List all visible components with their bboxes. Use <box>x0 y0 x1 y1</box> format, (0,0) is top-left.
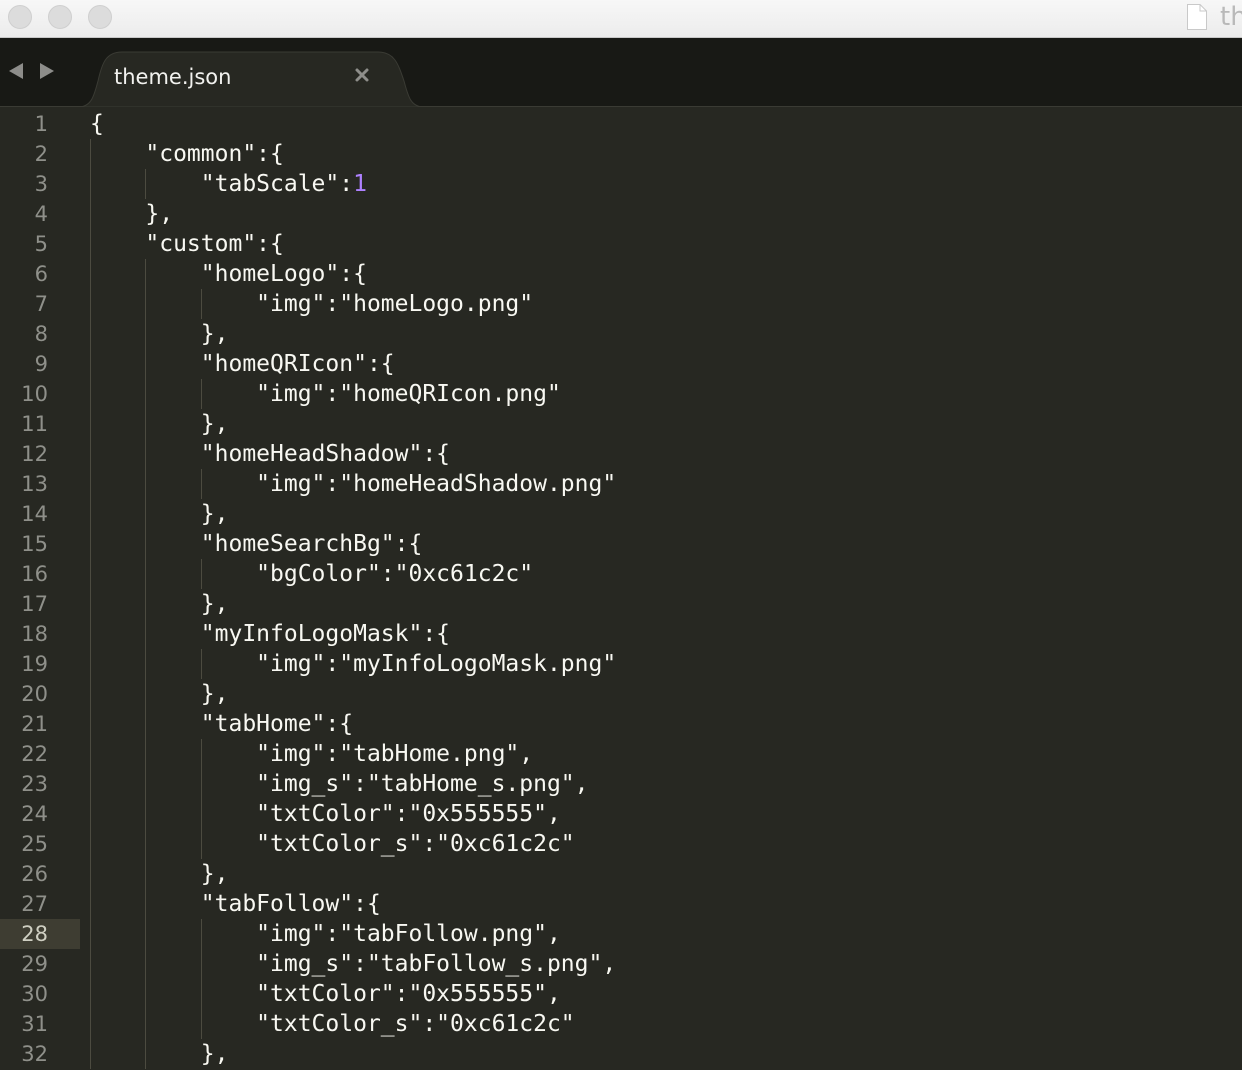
line-number: 8 <box>34 322 48 346</box>
code-line: }, <box>90 1041 229 1067</box>
line-number: 3 <box>34 172 48 196</box>
indent-guide <box>201 469 202 499</box>
code-line: }, <box>90 321 229 347</box>
indent-guide <box>201 559 202 589</box>
line-number: 20 <box>21 682 48 706</box>
line-number: 11 <box>21 412 48 436</box>
code-line: "img_s":"tabHome_s.png", <box>90 771 589 797</box>
code-line: "myInfoLogoMask":{ <box>90 621 451 647</box>
code-line: "tabHome":{ <box>90 711 354 737</box>
document-icon <box>1187 4 1207 30</box>
code-line: "homeLogo":{ <box>90 261 367 287</box>
code-area[interactable]: { "common":{ "tabScale":1 }, "custom":{ … <box>90 107 1240 1070</box>
indent-guide <box>201 739 202 859</box>
indent-guide <box>201 649 202 679</box>
code-line: "img":"homeQRIcon.png" <box>90 381 561 407</box>
code-line: }, <box>90 411 229 437</box>
indent-guide <box>201 919 202 1039</box>
line-number: 2 <box>34 142 48 166</box>
close-icon[interactable] <box>354 67 370 83</box>
line-number: 25 <box>21 832 48 856</box>
indent-guide <box>145 169 146 199</box>
window-title: th <box>1220 2 1242 32</box>
code-line: "img":"tabHome.png", <box>90 741 534 767</box>
close-window-button[interactable] <box>8 5 32 29</box>
line-number: 4 <box>34 202 48 226</box>
line-number: 12 <box>21 442 48 466</box>
tab-theme-json[interactable]: theme.json <box>78 51 424 107</box>
line-number: 28 <box>21 922 48 946</box>
code-line: }, <box>90 681 229 707</box>
line-number: 1 <box>34 112 48 136</box>
line-number: 14 <box>21 502 48 526</box>
line-number: 32 <box>21 1042 48 1066</box>
line-number: 30 <box>21 982 48 1006</box>
line-number: 23 <box>21 772 48 796</box>
code-line: "homeQRIcon":{ <box>90 351 395 377</box>
code-line: "txtColor_s":"0xc61c2c" <box>90 831 575 857</box>
arrow-left-icon[interactable] <box>9 63 23 79</box>
line-number: 9 <box>34 352 48 376</box>
code-line: }, <box>90 861 229 887</box>
indent-guide <box>201 289 202 319</box>
line-number: 21 <box>21 712 48 736</box>
arrow-right-icon[interactable] <box>40 63 54 79</box>
line-number: 27 <box>21 892 48 916</box>
code-line: "img":"homeHeadShadow.png" <box>90 471 617 497</box>
zoom-window-button[interactable] <box>88 5 112 29</box>
code-line: "tabScale":1 <box>90 171 367 197</box>
line-number: 17 <box>21 592 48 616</box>
code-line: }, <box>90 591 229 617</box>
line-number: 7 <box>34 292 48 316</box>
minimize-window-button[interactable] <box>48 5 72 29</box>
tab-label: theme.json <box>114 65 232 89</box>
line-number: 15 <box>21 532 48 556</box>
code-line: "img":"myInfoLogoMask.png" <box>90 651 617 677</box>
code-line: }, <box>90 201 174 227</box>
line-number: 29 <box>21 952 48 976</box>
line-number: 24 <box>21 802 48 826</box>
code-line: "tabFollow":{ <box>90 891 381 917</box>
code-line: "txtColor":"0x555555", <box>90 801 561 827</box>
code-line: "homeHeadShadow":{ <box>90 441 451 467</box>
indent-guide <box>201 379 202 409</box>
code-line: "homeSearchBg":{ <box>90 531 423 557</box>
line-number: 26 <box>21 862 48 886</box>
code-line: { <box>90 111 104 137</box>
line-number: 31 <box>21 1012 48 1036</box>
code-line: "custom":{ <box>90 231 284 257</box>
indent-guide <box>90 139 91 1069</box>
code-line: "img":"homeLogo.png" <box>90 291 534 317</box>
line-number: 18 <box>21 622 48 646</box>
code-line: }, <box>90 501 229 527</box>
code-line: "img":"tabFollow.png", <box>90 921 561 947</box>
line-number: 10 <box>21 382 48 406</box>
line-number: 13 <box>21 472 48 496</box>
indent-guide <box>145 259 146 1069</box>
line-number: 6 <box>34 262 48 286</box>
window-title-bar: th <box>0 0 1242 38</box>
number-literal: 1 <box>353 171 367 197</box>
tab-bar: theme.json <box>0 38 1242 107</box>
line-number: 19 <box>21 652 48 676</box>
code-line: "common":{ <box>90 141 284 167</box>
code-line: "txtColor_s":"0xc61c2c" <box>90 1011 575 1037</box>
line-number-gutter: 1 2 3 4 5 6 7 8 9 10 11 12 13 14 15 16 17 18 19 20 21 22 23 24 2… <box>0 107 80 1070</box>
code-editor[interactable]: 1 2 3 4 5 6 7 8 9 10 11 12 13 14 15 16 17 18 19 20 21 22 23 24 2… <box>0 107 1242 1070</box>
line-number: 5 <box>34 232 48 256</box>
code-line: "txtColor":"0x555555", <box>90 981 561 1007</box>
code-line: "img_s":"tabFollow_s.png", <box>90 951 617 977</box>
line-number: 22 <box>21 742 48 766</box>
line-number: 16 <box>21 562 48 586</box>
code-line: "bgColor":"0xc61c2c" <box>90 561 534 587</box>
